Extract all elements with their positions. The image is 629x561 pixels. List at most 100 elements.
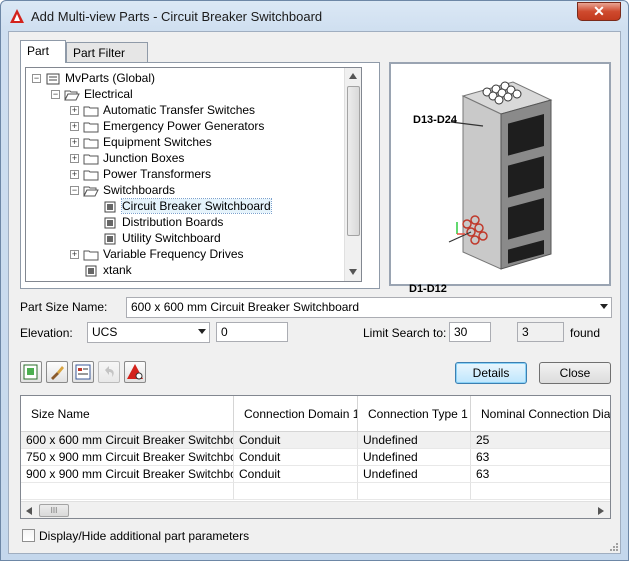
column-header-nominal-diameter[interactable]: Nominal Connection Diamet bbox=[471, 396, 610, 432]
tree-item[interactable]: − Electrical bbox=[51, 86, 133, 102]
table-cell: Conduit bbox=[234, 432, 358, 449]
tree-item[interactable]: + Junction Boxes bbox=[70, 150, 184, 166]
table-cell bbox=[358, 483, 471, 500]
properties-icon bbox=[75, 364, 91, 380]
add-part-button[interactable] bbox=[20, 361, 42, 383]
expand-icon[interactable]: + bbox=[70, 154, 79, 164]
tab-part-filter[interactable]: Part Filter bbox=[66, 42, 148, 63]
tree-item-label: Circuit Breaker Switchboard bbox=[121, 198, 272, 214]
folder-icon bbox=[83, 167, 103, 181]
part-size-value: 600 x 600 mm Circuit Breaker Switchboard bbox=[131, 300, 360, 314]
folder-icon bbox=[83, 151, 103, 165]
brush-button[interactable] bbox=[46, 361, 68, 383]
elevation-input[interactable]: 0 bbox=[216, 322, 288, 342]
table-cell: Undefined bbox=[358, 466, 471, 483]
window-close-button[interactable]: ✕ bbox=[577, 2, 621, 21]
additional-parameters-checkbox[interactable] bbox=[22, 529, 35, 542]
tree-item[interactable]: − Switchboards bbox=[70, 182, 175, 198]
part-icon bbox=[83, 263, 103, 277]
table-cell: Undefined bbox=[358, 432, 471, 449]
collapse-icon[interactable]: − bbox=[32, 74, 41, 84]
tab-part[interactable]: Part bbox=[20, 40, 66, 63]
undo-button[interactable] bbox=[98, 361, 120, 383]
tree-item[interactable]: + Power Transformers bbox=[70, 166, 211, 182]
details-button[interactable]: Details bbox=[455, 362, 527, 384]
tree-item-label: xtank bbox=[103, 263, 132, 277]
tree-item-label: Electrical bbox=[84, 87, 133, 101]
part-icon bbox=[102, 215, 122, 229]
catalog-editor-icon bbox=[127, 364, 143, 380]
tree-item-label: Emergency Power Generators bbox=[103, 119, 265, 133]
table-scroll-thumb[interactable]: III bbox=[39, 504, 69, 517]
preview-label-top: D13-D24 bbox=[413, 114, 458, 126]
tree-item[interactable]: + Variable Frequency Drives bbox=[70, 246, 244, 262]
part-size-dropdown[interactable]: 600 x 600 mm Circuit Breaker Switchboard bbox=[126, 297, 612, 318]
tree-item[interactable]: + Emergency Power Generators bbox=[70, 118, 264, 134]
tree-item-label: Equipment Switches bbox=[103, 135, 212, 149]
table-cell: 63 bbox=[471, 449, 610, 466]
table-cell: Undefined bbox=[358, 449, 471, 466]
part-sizes-table: Size Name Connection Domain 1 Connection… bbox=[20, 395, 611, 519]
tree-item-label: Power Transformers bbox=[103, 167, 212, 181]
tree-item[interactable]: + Automatic Transfer Switches bbox=[70, 102, 255, 118]
add-part-icon bbox=[23, 364, 38, 380]
expand-icon[interactable]: + bbox=[70, 250, 79, 260]
limit-search-input[interactable]: 30 bbox=[449, 322, 491, 342]
tree-item[interactable]: Utility Switchboard bbox=[89, 230, 221, 246]
table-row[interactable]: 750 x 900 mm Circuit Breaker Switchboard… bbox=[21, 449, 610, 466]
tree-item-label: Automatic Transfer Switches bbox=[103, 103, 256, 117]
limit-search-label: Limit Search to: bbox=[363, 326, 447, 340]
table-cell: Conduit bbox=[234, 449, 358, 466]
scroll-down-arrow-icon[interactable] bbox=[348, 268, 358, 276]
expand-icon[interactable]: + bbox=[70, 170, 79, 180]
tree-item[interactable]: Distribution Boards bbox=[89, 214, 223, 230]
chevron-down-icon bbox=[198, 329, 206, 334]
scroll-left-arrow-icon[interactable] bbox=[25, 506, 33, 516]
folder-icon bbox=[83, 135, 103, 149]
expand-icon[interactable]: + bbox=[70, 138, 79, 148]
folder-icon bbox=[83, 119, 103, 133]
properties-button[interactable] bbox=[72, 361, 94, 383]
table-cell: 750 x 900 mm Circuit Breaker Switchboard bbox=[21, 449, 234, 466]
tree-item[interactable]: Circuit Breaker Switchboard bbox=[89, 198, 272, 214]
scroll-right-arrow-icon[interactable] bbox=[597, 506, 605, 516]
elevation-mode-dropdown[interactable]: UCS bbox=[87, 322, 210, 343]
tree-item[interactable]: + Equipment Switches bbox=[70, 134, 212, 150]
open-folder-icon bbox=[64, 87, 84, 101]
table-horizontal-scrollbar[interactable]: III bbox=[21, 501, 610, 518]
tree-scroll-thumb[interactable] bbox=[347, 86, 360, 236]
column-header-connection-domain[interactable]: Connection Domain 1 bbox=[234, 396, 358, 432]
table-cell bbox=[234, 483, 358, 500]
close-button[interactable]: Close bbox=[539, 362, 611, 384]
scroll-up-arrow-icon[interactable] bbox=[348, 72, 358, 80]
tree-item-label: Distribution Boards bbox=[122, 215, 224, 229]
catalog-editor-button[interactable] bbox=[124, 361, 146, 383]
tree-item-label: Switchboards bbox=[103, 183, 176, 197]
part-catalog-tree[interactable]: − MvParts (Global) − Electrical + Automatic T… bbox=[25, 67, 362, 282]
expand-icon[interactable]: + bbox=[70, 106, 79, 116]
table-row[interactable]: 900 x 900 mm Circuit Breaker Switchboard… bbox=[21, 466, 610, 483]
tree-item-label: Utility Switchboard bbox=[122, 231, 221, 245]
table-row[interactable]: 600 x 600 mm Circuit Breaker Switchboard… bbox=[21, 432, 610, 449]
additional-parameters-label: Display/Hide additional part parameters bbox=[39, 529, 250, 543]
resize-grip-icon[interactable] bbox=[607, 540, 619, 552]
part-icon bbox=[102, 231, 122, 245]
title-bar[interactable]: Add Multi-view Parts - Circuit Breaker S… bbox=[1, 1, 628, 31]
found-label: found bbox=[570, 326, 601, 340]
expand-icon[interactable]: + bbox=[70, 122, 79, 132]
column-header-connection-type[interactable]: Connection Type 1 bbox=[358, 396, 471, 432]
catalog-icon bbox=[45, 71, 65, 85]
tree-item[interactable]: − MvParts (Global) bbox=[32, 70, 155, 86]
tree-item[interactable]: xtank bbox=[70, 262, 132, 278]
folder-icon bbox=[83, 103, 103, 117]
table-cell: 25 bbox=[471, 432, 610, 449]
part-tab-panel: − MvParts (Global) − Electrical + Automatic T… bbox=[20, 62, 380, 289]
table-empty-row bbox=[21, 483, 610, 500]
table-cell: 600 x 600 mm Circuit Breaker Switchboard bbox=[21, 432, 234, 449]
collapse-icon[interactable]: − bbox=[70, 186, 79, 196]
tree-vertical-scrollbar[interactable] bbox=[344, 68, 361, 281]
collapse-icon[interactable]: − bbox=[51, 90, 60, 100]
folder-icon bbox=[83, 247, 103, 261]
column-header-size-name[interactable]: Size Name bbox=[21, 396, 234, 432]
table-cell: Conduit bbox=[234, 466, 358, 483]
